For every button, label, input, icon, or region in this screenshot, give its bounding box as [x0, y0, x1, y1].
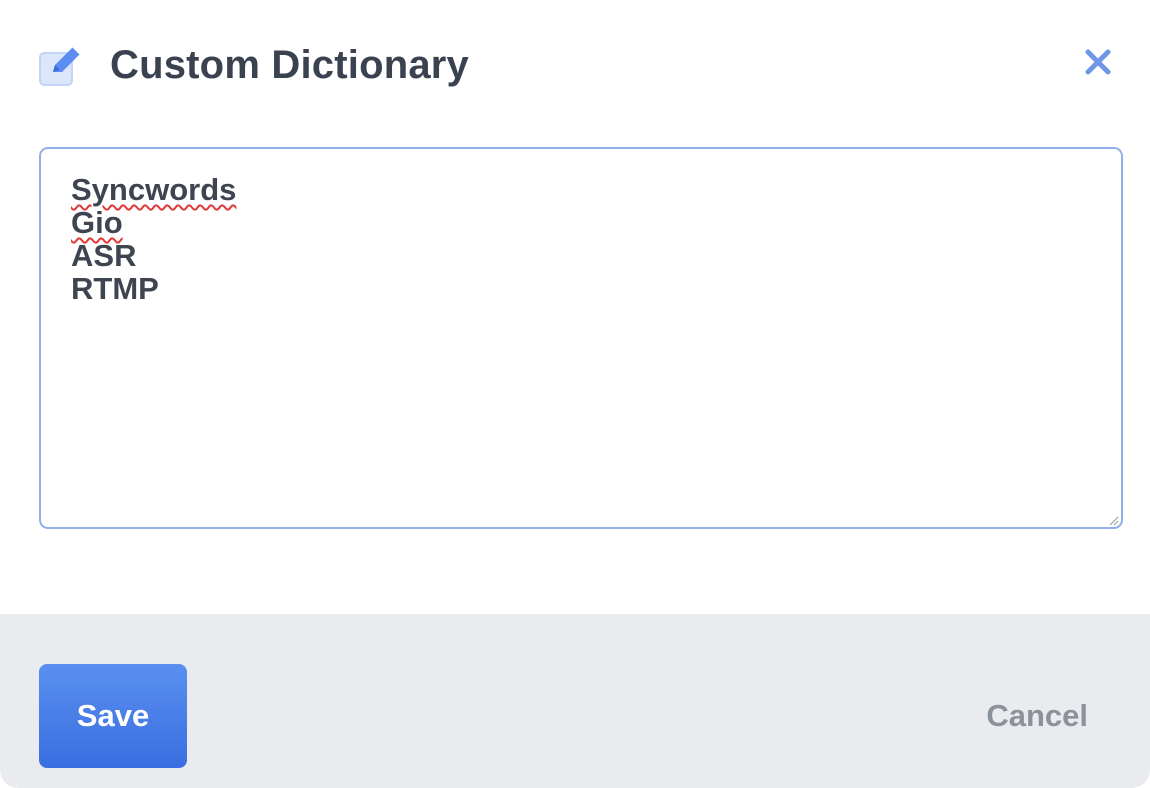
dialog-header: Custom Dictionary [0, 0, 1150, 130]
edit-icon [37, 44, 87, 88]
close-icon[interactable] [1082, 46, 1114, 78]
dictionary-word: Syncwords [71, 172, 237, 207]
dialog-footer: Save Cancel [0, 614, 1150, 788]
dictionary-word: ASR [71, 238, 137, 273]
dictionary-word: Gio [71, 205, 123, 240]
custom-dictionary-dialog: Custom Dictionary Syncwords Gio ASR RTMP… [0, 0, 1150, 788]
dictionary-textarea[interactable]: Syncwords Gio ASR RTMP [39, 147, 1123, 529]
dictionary-word: RTMP [71, 271, 159, 306]
cancel-button[interactable]: Cancel [986, 694, 1088, 738]
resize-grip-icon[interactable] [1107, 513, 1119, 526]
dictionary-word-list: Syncwords Gio ASR RTMP [71, 173, 236, 305]
dialog-title: Custom Dictionary [110, 43, 470, 87]
save-button[interactable]: Save [39, 664, 187, 768]
